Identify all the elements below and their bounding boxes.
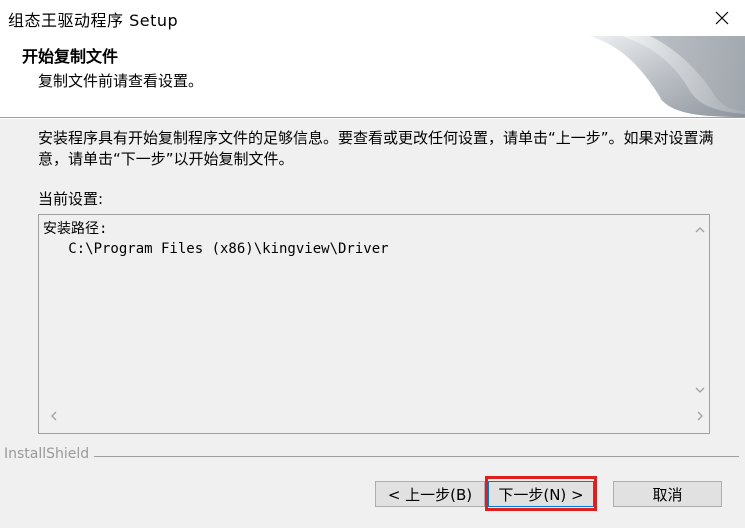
install-path-value: C:\Program Files (x86)\kingview\Driver — [43, 241, 389, 257]
scroll-left-icon[interactable] — [47, 409, 61, 423]
current-settings-label: 当前设置: — [38, 190, 104, 208]
scroll-right-icon[interactable] — [693, 409, 707, 423]
header-title: 开始复制文件 — [22, 47, 119, 66]
close-button[interactable] — [699, 0, 745, 36]
horizontal-scrollbar[interactable] — [39, 399, 703, 433]
scroll-down-icon[interactable] — [693, 383, 707, 397]
window-title: 组态王驱动程序 Setup — [8, 11, 179, 30]
separator-line — [94, 456, 739, 457]
wizard-header: 开始复制文件 复制文件前请查看设置。 — [0, 36, 745, 118]
instruction-text: 安装程序具有开始复制程序文件的足够信息。要查看或更改任何设置，请单击“上一步”。… — [38, 129, 714, 168]
header-divider — [0, 118, 745, 119]
close-icon — [715, 11, 729, 25]
scroll-up-icon[interactable] — [693, 223, 707, 237]
install-path-label: 安装路径: — [43, 221, 108, 237]
back-button[interactable]: < 上一步(B) — [375, 481, 485, 507]
title-bar: 组态王驱动程序 Setup — [0, 0, 745, 36]
header-subtitle: 复制文件前请查看设置。 — [38, 72, 204, 90]
installshield-banner-art — [587, 36, 745, 117]
cancel-button[interactable]: 取消 — [613, 481, 722, 507]
next-button[interactable]: 下一步(N) > — [488, 481, 594, 507]
brand-separator: InstallShield — [0, 446, 745, 466]
settings-content: 安装路径: C:\Program Files (x86)\kingview\Dr… — [43, 219, 389, 259]
current-settings-textbox[interactable]: 安装路径: C:\Program Files (x86)\kingview\Dr… — [38, 214, 710, 434]
installshield-brand: InstallShield — [4, 446, 94, 462]
vertical-scrollbar[interactable] — [691, 215, 709, 399]
